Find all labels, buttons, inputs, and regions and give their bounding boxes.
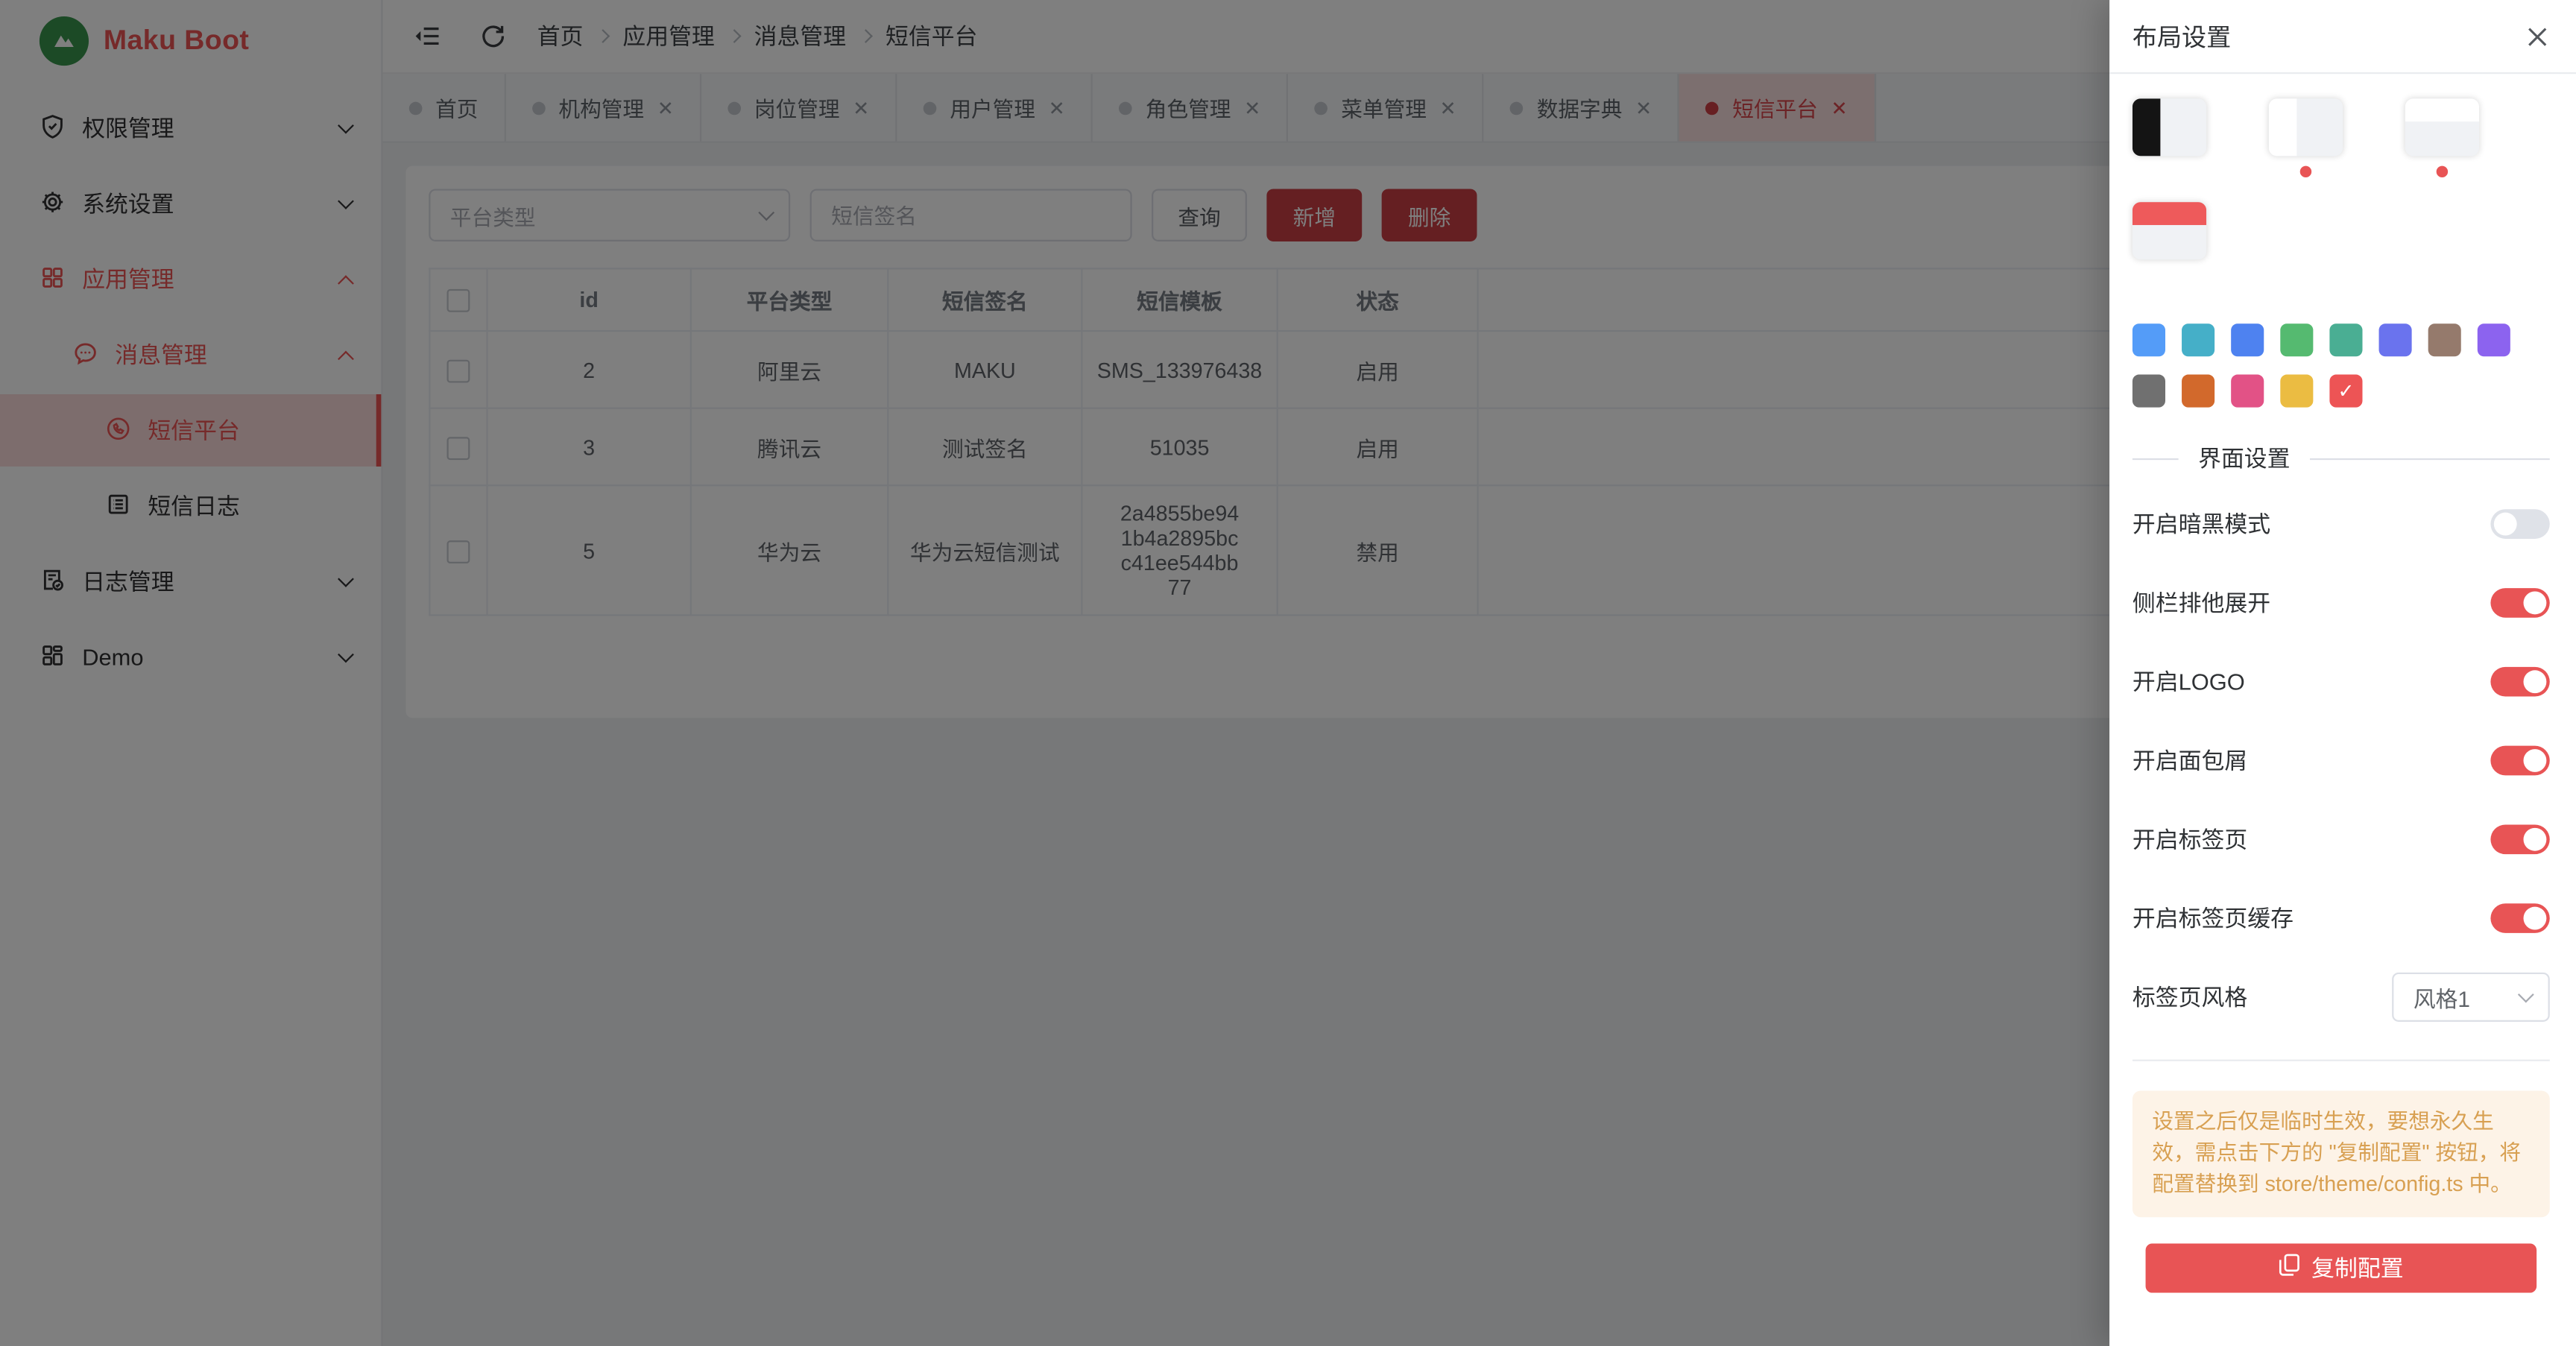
logo-toggle[interactable] <box>2490 667 2549 697</box>
theme-color-swatch[interactable] <box>2379 323 2412 356</box>
tabs-toggle[interactable] <box>2490 824 2549 854</box>
breadcrumb-toggle[interactable] <box>2490 746 2549 776</box>
interface-settings-title: 界面设置 <box>2198 442 2290 475</box>
copy-config-label: 复制配置 <box>2311 1251 2403 1283</box>
theme-color-swatch[interactable] <box>2280 323 2313 356</box>
layout-option-light-sidebar[interactable] <box>2269 98 2343 177</box>
sidebar-accordion-toggle[interactable] <box>2490 588 2549 618</box>
theme-color-swatches: ✓ <box>2133 323 2550 426</box>
drawer-title: 布局设置 <box>2133 19 2231 53</box>
layout-thumb-primary-header <box>2133 202 2206 259</box>
theme-color-swatch[interactable] <box>2182 323 2214 356</box>
close-icon[interactable] <box>2525 24 2550 48</box>
drawer-header: 布局设置 <box>2109 0 2576 74</box>
setting-tabs: 开启标签页 <box>2133 800 2550 879</box>
layout-settings-drawer: 布局设置 <box>2109 0 2576 1346</box>
setting-logo: 开启LOGO <box>2133 642 2550 721</box>
setting-sidebar-accordion: 侧栏排他展开 <box>2133 563 2550 642</box>
theme-color-swatch[interactable] <box>2280 375 2313 408</box>
selected-dot-icon <box>2437 166 2448 177</box>
theme-color-swatch[interactable] <box>2231 375 2264 408</box>
copy-config-button[interactable]: 复制配置 <box>2146 1242 2537 1292</box>
tab-cache-toggle[interactable] <box>2490 903 2549 933</box>
setting-dark-mode: 开启暗黑模式 <box>2133 484 2550 563</box>
selected-dot-icon <box>2300 166 2311 177</box>
theme-color-swatch[interactable] <box>2478 323 2510 356</box>
theme-color-swatch[interactable] <box>2182 375 2214 408</box>
theme-color-swatch[interactable] <box>2428 323 2461 356</box>
layout-thumb-light-header <box>2405 98 2479 156</box>
setting-breadcrumb: 开启面包屑 <box>2133 721 2550 800</box>
setting-tab-style: 标签页风格 风格1 <box>2133 958 2550 1037</box>
copy-icon <box>2279 1254 2300 1281</box>
dark-mode-toggle[interactable] <box>2490 509 2549 539</box>
theme-color-swatch[interactable] <box>2329 323 2362 356</box>
selected-dot-icon <box>2164 269 2175 280</box>
setting-label: 标签页风格 <box>2133 981 2247 1014</box>
layout-thumb-dark-sidebar <box>2133 98 2206 156</box>
interface-settings-divider: 界面设置 <box>2133 442 2550 475</box>
tab-style-select[interactable]: 风格1 <box>2392 973 2550 1022</box>
layout-option-light-header[interactable] <box>2405 98 2479 177</box>
theme-color-swatch[interactable] <box>2231 323 2264 356</box>
drawer-body: ✓ 界面设置 开启暗黑模式 侧栏排他展开 开启LOGO 开启面包屑 <box>2109 74 2576 1292</box>
layout-thumb-light-sidebar <box>2269 98 2343 156</box>
setting-label: 开启标签页缓存 <box>2133 902 2294 935</box>
theme-color-swatch[interactable] <box>2133 323 2165 356</box>
settings-notice: 设置之后仅是临时生效，要想永久生效，需点击下方的 "复制配置" 按钮，将配置替换… <box>2133 1091 2550 1217</box>
theme-color-swatch-selected[interactable]: ✓ <box>2329 375 2362 408</box>
layout-options <box>2133 98 2550 306</box>
tab-style-value: 风格1 <box>2414 981 2470 1014</box>
setting-label: 侧栏排他展开 <box>2133 587 2270 619</box>
layout-option-dark-sidebar[interactable] <box>2133 98 2206 177</box>
theme-color-swatch[interactable] <box>2133 375 2165 408</box>
app-window: Maku Boot 权限管理 系统设置 应用管理 消息管理 <box>0 0 2576 1346</box>
chevron-down-icon <box>2518 987 2534 1003</box>
setting-label: 开启面包屑 <box>2133 744 2247 777</box>
divider <box>2133 1060 2550 1061</box>
layout-option-primary-header[interactable] <box>2133 202 2206 281</box>
setting-tab-cache: 开启标签页缓存 <box>2133 879 2550 958</box>
setting-label: 开启LOGO <box>2133 666 2245 698</box>
selected-dot-icon <box>2164 166 2175 177</box>
setting-label: 开启标签页 <box>2133 823 2247 856</box>
setting-label: 开启暗黑模式 <box>2133 508 2270 540</box>
